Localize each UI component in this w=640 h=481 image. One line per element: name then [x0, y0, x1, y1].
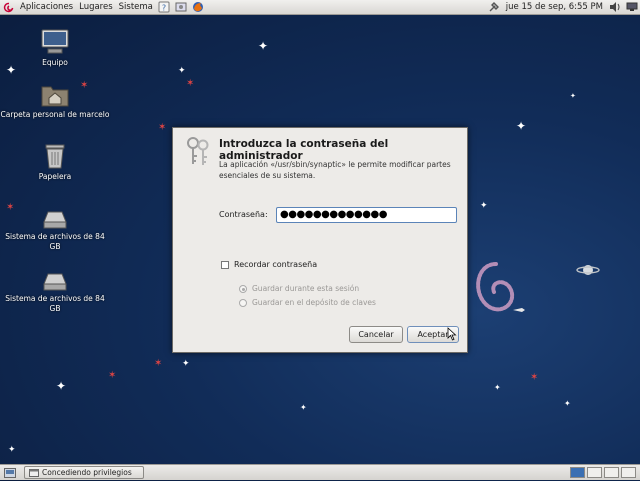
- cancel-button[interactable]: Cancelar: [349, 326, 403, 343]
- remember-password-checkbox[interactable]: [221, 260, 229, 269]
- debian-logo-icon[interactable]: [2, 1, 15, 14]
- save-session-radio[interactable]: [239, 284, 247, 293]
- star-decoration: ✶: [154, 358, 163, 369]
- workspace-3[interactable]: [604, 467, 619, 478]
- mouse-cursor-icon: [447, 327, 457, 341]
- top-panel: Aplicaciones Lugares Sistema ? jue 15 de…: [0, 0, 640, 15]
- workspace-2[interactable]: [587, 467, 602, 478]
- star-decoration: ✦: [570, 92, 576, 100]
- desktop-icon-sistema-archivos-1[interactable]: Sistema de archivos de 84 GB: [0, 208, 110, 252]
- home-folder-icon: [41, 86, 69, 107]
- password-input[interactable]: ●●●●●●●●●●●●●: [276, 207, 457, 223]
- show-desktop-icon[interactable]: [4, 468, 16, 481]
- desktop-icon-sistema-archivos-2[interactable]: Sistema de archivos de 84 GB: [0, 270, 110, 314]
- star-decoration: ✦: [178, 66, 186, 76]
- firefox-launcher-icon[interactable]: [192, 1, 205, 14]
- star-decoration: ✦: [182, 359, 190, 369]
- star-decoration: ✦: [300, 403, 307, 412]
- star-decoration: ✶: [108, 370, 117, 381]
- star-decoration: ✦: [564, 399, 571, 408]
- window-icon: [29, 469, 39, 478]
- desktop-icon-papelera[interactable]: Papelera: [0, 142, 110, 182]
- admin-tools-icon[interactable]: [488, 1, 501, 14]
- keys-icon: [187, 137, 209, 165]
- help-launcher-icon[interactable]: ?: [158, 1, 171, 14]
- menu-aplicaciones[interactable]: Aplicaciones: [17, 2, 76, 12]
- network-icon[interactable]: [625, 1, 638, 14]
- clock[interactable]: jue 15 de sep, 6:55 PM: [503, 2, 606, 12]
- star-decoration: ✦: [494, 383, 501, 392]
- bottom-panel: Concediendo privilegios: [0, 464, 640, 480]
- desktop-icon-label: Equipo: [42, 58, 68, 67]
- desktop-icon-label: Carpeta personal de marcelo: [0, 110, 110, 119]
- save-session-radio-row[interactable]: Guardar durante esta sesión: [239, 284, 359, 293]
- dialog-description: La aplicación «/usr/sbin/synaptic» le pe…: [219, 160, 451, 180]
- workspace-4[interactable]: [621, 467, 636, 478]
- svg-text:?: ?: [162, 4, 166, 13]
- rocket-decoration: [513, 308, 525, 312]
- desktop-icon-label: Sistema de archivos de 84 GB: [5, 294, 105, 313]
- password-label: Contraseña:: [219, 210, 268, 219]
- workspace-1[interactable]: [570, 467, 585, 478]
- remember-password-checkbox-row[interactable]: Recordar contraseña: [221, 260, 317, 269]
- trash-icon: [45, 144, 65, 169]
- taskbar-item-concediendo-privilegios[interactable]: Concediendo privilegios: [24, 466, 144, 479]
- drive-icon: [43, 273, 67, 291]
- star-decoration: ✶: [158, 122, 167, 133]
- desktop-icon-carpeta-personal[interactable]: Carpeta personal de marcelo: [0, 82, 110, 120]
- menu-lugares[interactable]: Lugares: [76, 2, 116, 12]
- taskbar-item-label: Concediendo privilegios: [42, 468, 132, 477]
- star-decoration: ✦: [8, 445, 16, 455]
- planet-decoration: [576, 265, 600, 275]
- debian-swirl-decoration: [476, 262, 514, 312]
- remember-password-label: Recordar contraseña: [234, 260, 318, 269]
- save-session-label: Guardar durante esta sesión: [252, 284, 360, 293]
- star-decoration: ✦: [258, 39, 269, 53]
- save-keyring-radio[interactable]: [239, 298, 247, 307]
- computer-icon: [41, 29, 69, 54]
- star-decoration: ✦: [480, 201, 488, 211]
- menu-sistema[interactable]: Sistema: [116, 2, 156, 12]
- star-decoration: ✦: [516, 119, 527, 133]
- screenshot-launcher-icon[interactable]: [175, 1, 188, 14]
- admin-password-dialog: Introduzca la contraseña del administrad…: [172, 127, 468, 353]
- desktop-icon-equipo[interactable]: Equipo: [0, 28, 110, 68]
- star-decoration: ✦: [56, 379, 67, 393]
- volume-icon[interactable]: [608, 1, 621, 14]
- drive-icon: [43, 211, 67, 229]
- desktop-icon-label: Papelera: [38, 172, 72, 181]
- desktop-icon-label: Sistema de archivos de 84 GB: [5, 232, 105, 251]
- star-decoration: ✶: [186, 78, 195, 89]
- save-keyring-label: Guardar en el depósito de claves: [252, 298, 376, 307]
- star-decoration: ✶: [530, 372, 539, 383]
- save-keyring-radio-row[interactable]: Guardar en el depósito de claves: [239, 298, 376, 307]
